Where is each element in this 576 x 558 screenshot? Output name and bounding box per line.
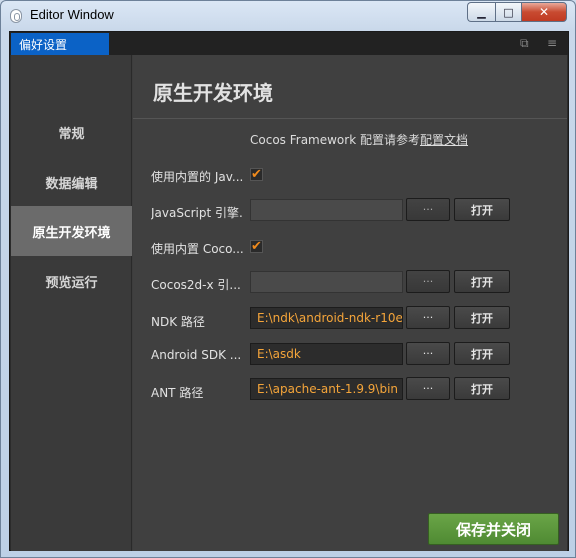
popout-icon[interactable]: ⧉: [520, 36, 529, 51]
doc-link[interactable]: 配置文档: [420, 133, 468, 147]
sidebar-item-data-editing[interactable]: 数据编辑: [11, 157, 132, 207]
menu-icon[interactable]: ≡: [547, 36, 557, 50]
close-button[interactable]: ✕: [521, 2, 567, 22]
android-sdk-label: Android SDK ...: [151, 348, 242, 362]
js-engine-open-button[interactable]: 打开: [454, 198, 510, 221]
ant-path-input[interactable]: E:\apache-ant-1.9.9\bin: [250, 378, 403, 400]
android-sdk-browse-button[interactable]: ···: [406, 342, 450, 365]
client-area: 偏好设置 ⧉ ≡ 常规 数据编辑 原生开发环境 预览运行 原生开发环境 Coco…: [9, 31, 569, 551]
use-builtin-cocos-label: 使用内置 Coco...: [151, 242, 243, 256]
preferences-panel: 常规 数据编辑 原生开发环境 预览运行 原生开发环境 Cocos Framewo…: [11, 55, 567, 551]
ndk-path-label: NDK 路径: [151, 315, 205, 329]
save-and-close-button[interactable]: 保存并关闭: [428, 513, 559, 545]
doc-hint-text: Cocos Framework 配置请参考: [250, 133, 420, 147]
sidebar: 常规 数据编辑 原生开发环境 预览运行: [11, 55, 132, 551]
tab-strip: 偏好设置 ⧉ ≡: [10, 32, 568, 55]
app-icon: [10, 9, 22, 23]
ant-path-label: ANT 路径: [151, 386, 204, 400]
ant-browse-button[interactable]: ···: [406, 377, 450, 400]
window-title: Editor Window: [30, 7, 114, 22]
divider: [133, 118, 567, 119]
content-area: 原生开发环境 Cocos Framework 配置请参考配置文档 使用内置的 J…: [133, 55, 567, 551]
ndk-open-button[interactable]: 打开: [454, 306, 510, 329]
cocos2dx-engine-path-input[interactable]: [250, 271, 403, 293]
android-sdk-open-button[interactable]: 打开: [454, 342, 510, 365]
doc-hint: Cocos Framework 配置请参考配置文档: [250, 131, 468, 148]
minimize-button[interactable]: ▁: [467, 2, 495, 22]
sidebar-item-native-env[interactable]: 原生开发环境: [11, 206, 132, 256]
ant-open-button[interactable]: 打开: [454, 377, 510, 400]
ndk-browse-button[interactable]: ···: [406, 306, 450, 329]
sidebar-item-preview-run[interactable]: 预览运行: [11, 256, 132, 306]
use-builtin-cocos-checkbox[interactable]: ✔: [250, 240, 263, 253]
sidebar-item-general[interactable]: 常规: [11, 107, 132, 157]
tab-preferences[interactable]: 偏好设置: [11, 33, 109, 55]
cocos2dx-engine-open-button[interactable]: 打开: [454, 270, 510, 293]
use-builtin-js-checkbox[interactable]: ✔: [250, 168, 263, 181]
js-engine-label: JavaScript 引擎...: [151, 206, 243, 220]
cocos2dx-engine-label: Cocos2d-x 引...: [151, 278, 241, 292]
js-engine-browse-button[interactable]: ···: [406, 198, 450, 221]
use-builtin-js-label: 使用内置的 Jav...: [151, 170, 243, 184]
maximize-button[interactable]: □: [495, 2, 521, 22]
ndk-path-input[interactable]: E:\ndk\android-ndk-r10e: [250, 307, 403, 329]
cocos2dx-engine-browse-button[interactable]: ···: [406, 270, 450, 293]
page-title: 原生开发环境: [153, 81, 273, 105]
js-engine-path-input[interactable]: [250, 199, 403, 221]
android-sdk-path-input[interactable]: E:\asdk: [250, 343, 403, 365]
editor-window: Editor Window ▁ □ ✕ 偏好设置 ⧉ ≡ 常规 数据编辑 原生开…: [0, 0, 576, 558]
title-bar[interactable]: Editor Window ▁ □ ✕: [1, 1, 576, 31]
